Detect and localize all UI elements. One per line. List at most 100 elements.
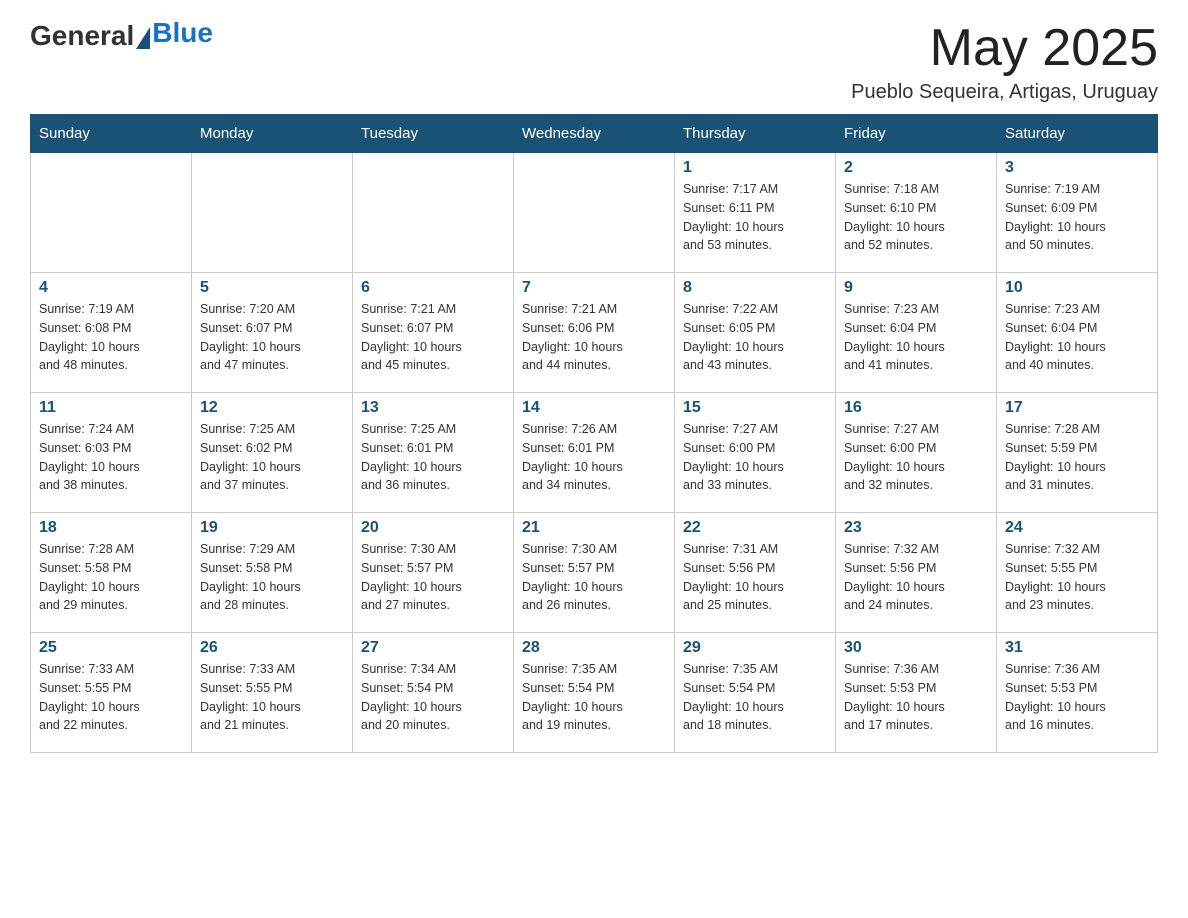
- logo-triangle-icon: [136, 27, 150, 49]
- day-info: Sunrise: 7:35 AM Sunset: 5:54 PM Dayligh…: [522, 660, 666, 735]
- day-info: Sunrise: 7:26 AM Sunset: 6:01 PM Dayligh…: [522, 420, 666, 495]
- day-info: Sunrise: 7:31 AM Sunset: 5:56 PM Dayligh…: [683, 540, 827, 615]
- column-header-sunday: Sunday: [31, 115, 192, 153]
- day-info: Sunrise: 7:33 AM Sunset: 5:55 PM Dayligh…: [39, 660, 183, 735]
- day-info: Sunrise: 7:25 AM Sunset: 6:01 PM Dayligh…: [361, 420, 505, 495]
- day-number: 2: [844, 159, 988, 177]
- calendar-cell: 28Sunrise: 7:35 AM Sunset: 5:54 PM Dayli…: [514, 633, 675, 753]
- day-number: 13: [361, 399, 505, 417]
- month-title: May 2025: [851, 20, 1158, 77]
- day-info: Sunrise: 7:32 AM Sunset: 5:55 PM Dayligh…: [1005, 540, 1149, 615]
- day-number: 18: [39, 519, 183, 537]
- day-info: Sunrise: 7:36 AM Sunset: 5:53 PM Dayligh…: [1005, 660, 1149, 735]
- calendar-week-row: 1 Sunrise: 7:17 AM Sunset: 6:11 PM Daylig…: [31, 153, 1158, 273]
- calendar-header-row: SundayMondayTuesdayWednesdayThursdayFrid…: [31, 115, 1158, 153]
- day-number: 19: [200, 519, 344, 537]
- day-number: 21: [522, 519, 666, 537]
- day-number: 29: [683, 639, 827, 657]
- day-number: 7: [522, 279, 666, 297]
- day-info: Sunrise: 7:27 AM Sunset: 6:00 PM Dayligh…: [844, 420, 988, 495]
- day-info: Sunrise: 7:30 AM Sunset: 5:57 PM Dayligh…: [361, 540, 505, 615]
- day-number: 22: [683, 519, 827, 537]
- logo-blue: Blue: [152, 17, 213, 49]
- column-header-monday: Monday: [192, 115, 353, 153]
- calendar-cell: 5 Sunrise: 7:20 AM Sunset: 6:07 PM Daylig…: [192, 273, 353, 393]
- day-number: 27: [361, 639, 505, 657]
- calendar-cell: 18 Sunrise: 7:28 AM Sunset: 5:58 PM Dayli…: [31, 513, 192, 633]
- calendar-cell: [514, 153, 675, 273]
- calendar-cell: 17 Sunrise: 7:28 AM Sunset: 5:59 PM Dayli…: [997, 393, 1158, 513]
- day-info: Sunrise: 7:23 AM Sunset: 6:04 PM Dayligh…: [1005, 300, 1149, 375]
- day-number: 16: [844, 399, 988, 417]
- calendar-cell: 26 Sunrise: 7:33 AM Sunset: 5:55 PM Dayli…: [192, 633, 353, 753]
- day-info: Sunrise: 7:21 AM Sunset: 6:07 PM Dayligh…: [361, 300, 505, 375]
- calendar-cell: [31, 153, 192, 273]
- day-info: Sunrise: 7:21 AM Sunset: 6:06 PM Dayligh…: [522, 300, 666, 375]
- column-header-friday: Friday: [836, 115, 997, 153]
- calendar-cell: 23 Sunrise: 7:32 AM Sunset: 5:56 PM Dayli…: [836, 513, 997, 633]
- day-info: Sunrise: 7:36 AM Sunset: 5:53 PM Dayligh…: [844, 660, 988, 735]
- column-header-wednesday: Wednesday: [514, 115, 675, 153]
- day-number: 9: [844, 279, 988, 297]
- day-number: 17: [1005, 399, 1149, 417]
- calendar-cell: 15Sunrise: 7:27 AM Sunset: 6:00 PM Dayli…: [675, 393, 836, 513]
- calendar-cell: 19 Sunrise: 7:29 AM Sunset: 5:58 PM Dayli…: [192, 513, 353, 633]
- day-number: 20: [361, 519, 505, 537]
- calendar-cell: 31 Sunrise: 7:36 AM Sunset: 5:53 PM Dayli…: [997, 633, 1158, 753]
- day-info: Sunrise: 7:19 AM Sunset: 6:09 PM Dayligh…: [1005, 180, 1149, 255]
- day-number: 3: [1005, 159, 1149, 177]
- calendar-cell: 2 Sunrise: 7:18 AM Sunset: 6:10 PM Daylig…: [836, 153, 997, 273]
- day-info: Sunrise: 7:22 AM Sunset: 6:05 PM Dayligh…: [683, 300, 827, 375]
- day-info: Sunrise: 7:17 AM Sunset: 6:11 PM Dayligh…: [683, 180, 827, 255]
- day-number: 26: [200, 639, 344, 657]
- day-number: 31: [1005, 639, 1149, 657]
- calendar-cell: 9Sunrise: 7:23 AM Sunset: 6:04 PM Daylig…: [836, 273, 997, 393]
- calendar-cell: 10 Sunrise: 7:23 AM Sunset: 6:04 PM Dayli…: [997, 273, 1158, 393]
- day-number: 5: [200, 279, 344, 297]
- calendar-week-row: 25 Sunrise: 7:33 AM Sunset: 5:55 PM Dayli…: [31, 633, 1158, 753]
- calendar-week-row: 4Sunrise: 7:19 AM Sunset: 6:08 PM Daylig…: [31, 273, 1158, 393]
- day-number: 30: [844, 639, 988, 657]
- calendar-cell: 7 Sunrise: 7:21 AM Sunset: 6:06 PM Daylig…: [514, 273, 675, 393]
- day-info: Sunrise: 7:29 AM Sunset: 5:58 PM Dayligh…: [200, 540, 344, 615]
- day-number: 6: [361, 279, 505, 297]
- calendar-cell: 4Sunrise: 7:19 AM Sunset: 6:08 PM Daylig…: [31, 273, 192, 393]
- day-info: Sunrise: 7:20 AM Sunset: 6:07 PM Dayligh…: [200, 300, 344, 375]
- day-number: 1: [683, 159, 827, 177]
- day-info: Sunrise: 7:24 AM Sunset: 6:03 PM Dayligh…: [39, 420, 183, 495]
- calendar-cell: 6 Sunrise: 7:21 AM Sunset: 6:07 PM Daylig…: [353, 273, 514, 393]
- day-info: Sunrise: 7:33 AM Sunset: 5:55 PM Dayligh…: [200, 660, 344, 735]
- day-info: Sunrise: 7:28 AM Sunset: 5:58 PM Dayligh…: [39, 540, 183, 615]
- calendar-cell: 21Sunrise: 7:30 AM Sunset: 5:57 PM Dayli…: [514, 513, 675, 633]
- calendar-cell: 24Sunrise: 7:32 AM Sunset: 5:55 PM Dayli…: [997, 513, 1158, 633]
- page-header: General Blue May 2025 Pueblo Sequeira, A…: [30, 20, 1158, 104]
- location-subtitle: Pueblo Sequeira, Artigas, Uruguay: [851, 81, 1158, 104]
- calendar-cell: 20 Sunrise: 7:30 AM Sunset: 5:57 PM Dayli…: [353, 513, 514, 633]
- calendar-cell: 12 Sunrise: 7:25 AM Sunset: 6:02 PM Dayli…: [192, 393, 353, 513]
- day-number: 11: [39, 399, 183, 417]
- calendar-cell: [192, 153, 353, 273]
- logo-general: General: [30, 20, 134, 52]
- logo: General Blue: [30, 20, 213, 52]
- day-number: 8: [683, 279, 827, 297]
- day-info: Sunrise: 7:25 AM Sunset: 6:02 PM Dayligh…: [200, 420, 344, 495]
- day-number: 25: [39, 639, 183, 657]
- calendar-week-row: 18 Sunrise: 7:28 AM Sunset: 5:58 PM Dayli…: [31, 513, 1158, 633]
- day-number: 12: [200, 399, 344, 417]
- calendar-cell: 8 Sunrise: 7:22 AM Sunset: 6:05 PM Daylig…: [675, 273, 836, 393]
- calendar-cell: 27Sunrise: 7:34 AM Sunset: 5:54 PM Dayli…: [353, 633, 514, 753]
- calendar-cell: 29Sunrise: 7:35 AM Sunset: 5:54 PM Dayli…: [675, 633, 836, 753]
- calendar-cell: 30 Sunrise: 7:36 AM Sunset: 5:53 PM Dayli…: [836, 633, 997, 753]
- day-number: 14: [522, 399, 666, 417]
- day-info: Sunrise: 7:32 AM Sunset: 5:56 PM Dayligh…: [844, 540, 988, 615]
- day-number: 23: [844, 519, 988, 537]
- column-header-thursday: Thursday: [675, 115, 836, 153]
- day-info: Sunrise: 7:28 AM Sunset: 5:59 PM Dayligh…: [1005, 420, 1149, 495]
- column-header-tuesday: Tuesday: [353, 115, 514, 153]
- day-info: Sunrise: 7:18 AM Sunset: 6:10 PM Dayligh…: [844, 180, 988, 255]
- calendar-week-row: 11 Sunrise: 7:24 AM Sunset: 6:03 PM Dayli…: [31, 393, 1158, 513]
- calendar-cell: 13 Sunrise: 7:25 AM Sunset: 6:01 PM Dayli…: [353, 393, 514, 513]
- calendar-cell: 16 Sunrise: 7:27 AM Sunset: 6:00 PM Dayli…: [836, 393, 997, 513]
- column-header-saturday: Saturday: [997, 115, 1158, 153]
- day-number: 10: [1005, 279, 1149, 297]
